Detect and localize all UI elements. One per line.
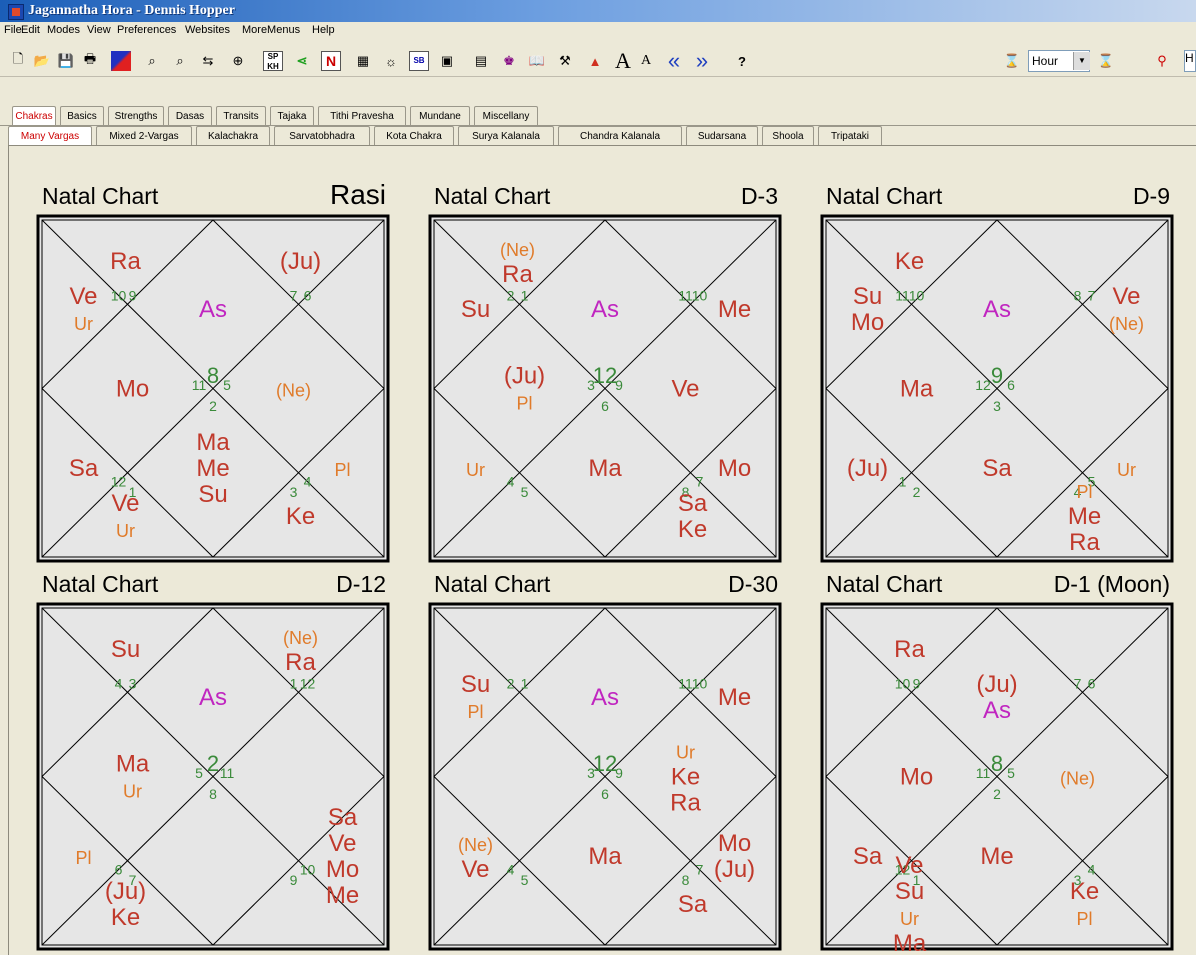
sb-button[interactable]: SB	[408, 50, 430, 72]
tab-kota-chakra[interactable]: Kota Chakra	[374, 126, 454, 145]
tab-tajaka[interactable]: Tajaka	[270, 106, 314, 125]
tab-miscellany[interactable]: Miscellany	[474, 106, 538, 125]
book-icon[interactable]: 📖	[526, 50, 548, 72]
tab-sudarsana[interactable]: Sudarsana	[686, 126, 758, 145]
sun-icon[interactable]: ☼	[380, 50, 402, 72]
tab-chandra-kalanala[interactable]: Chandra Kalanala	[558, 126, 682, 145]
chevron-down-icon[interactable]: ▼	[1073, 52, 1090, 70]
increase-font-button[interactable]: A	[612, 48, 634, 73]
n-button[interactable]: N	[320, 50, 342, 72]
window-title: Jagannatha Hora - Dennis Hopper	[28, 3, 235, 18]
sp-kh-button[interactable]: SP KH	[262, 50, 284, 72]
menu-file[interactable]: File	[4, 24, 22, 36]
tab-strengths[interactable]: Strengths	[108, 106, 164, 125]
menu-view[interactable]: View	[87, 24, 111, 36]
tab-basics[interactable]: Basics	[60, 106, 104, 125]
print-icon[interactable]: 🖶	[80, 50, 100, 72]
tab-tripataki[interactable]: Tripataki	[818, 126, 882, 145]
menu-edit[interactable]: Edit	[21, 24, 40, 36]
menu-websites[interactable]: Websites	[185, 24, 230, 36]
tab-many-vargas[interactable]: Many Vargas	[8, 126, 92, 145]
square-chart-icon[interactable]: ▣	[436, 50, 458, 72]
menu-help[interactable]: Help	[312, 24, 335, 36]
charts-panel	[8, 145, 1196, 955]
data-entry-icon[interactable]: ⌕	[140, 50, 164, 72]
time-swap-icon[interactable]: ⇆	[196, 50, 220, 72]
tab-chakras[interactable]: Chakras	[12, 106, 56, 125]
tools-icon[interactable]: ⚒	[554, 50, 576, 72]
tab-sarvatobhadra[interactable]: Sarvatobhadra	[274, 126, 370, 145]
time-increase-icon[interactable]: ⌛	[1094, 50, 1118, 72]
tab-tithi-pravesha[interactable]: Tithi Pravesha	[318, 106, 406, 125]
tab-shoola[interactable]: Shoola	[762, 126, 814, 145]
person-time-icon[interactable]: ⚲	[1150, 50, 1174, 72]
table-icon[interactable]: ▤	[470, 50, 492, 72]
grid-icon[interactable]: ▦	[352, 50, 374, 72]
menu-preferences[interactable]: Preferences	[117, 24, 176, 36]
tab-transits[interactable]: Transits	[216, 106, 266, 125]
globe-icon[interactable]: ⊕	[226, 50, 250, 72]
tab-kalachakra[interactable]: Kalachakra	[196, 126, 270, 145]
previous-button[interactable]: «	[662, 48, 686, 73]
tab-mundane[interactable]: Mundane	[410, 106, 470, 125]
title-bar: Jagannatha Hora - Dennis Hopper	[0, 0, 1196, 22]
arrow-k-icon[interactable]: ⋖	[290, 50, 314, 72]
tab-mixed-2-vargas[interactable]: Mixed 2-Vargas	[96, 126, 192, 145]
app-icon[interactable]	[8, 4, 24, 20]
time-value-field[interactable]: H	[1184, 50, 1196, 72]
open-folder-icon[interactable]: 📂	[32, 50, 52, 72]
new-file-icon[interactable]: 🗋	[8, 50, 28, 72]
chart-color-icon[interactable]	[110, 50, 132, 72]
next-button[interactable]: »	[690, 48, 714, 73]
time-decrease-icon[interactable]: ⌛	[1000, 50, 1024, 72]
menu-modes[interactable]: Modes	[47, 24, 80, 36]
tab-surya-kalanala[interactable]: Surya Kalanala	[458, 126, 554, 145]
decrease-font-button[interactable]: A	[636, 50, 656, 72]
time-back-icon[interactable]: ⌕	[168, 50, 192, 72]
fire-icon[interactable]: ▲	[584, 50, 606, 72]
menu-moremenus[interactable]: MoreMenus	[242, 24, 300, 36]
save-icon[interactable]: 💾	[56, 50, 76, 72]
help-button[interactable]: ?	[732, 50, 752, 72]
tab-dasas[interactable]: Dasas	[168, 106, 212, 125]
menu-bar: File Edit Modes View Preferences Website…	[0, 22, 1196, 40]
people-icon[interactable]: ♚	[498, 50, 520, 72]
